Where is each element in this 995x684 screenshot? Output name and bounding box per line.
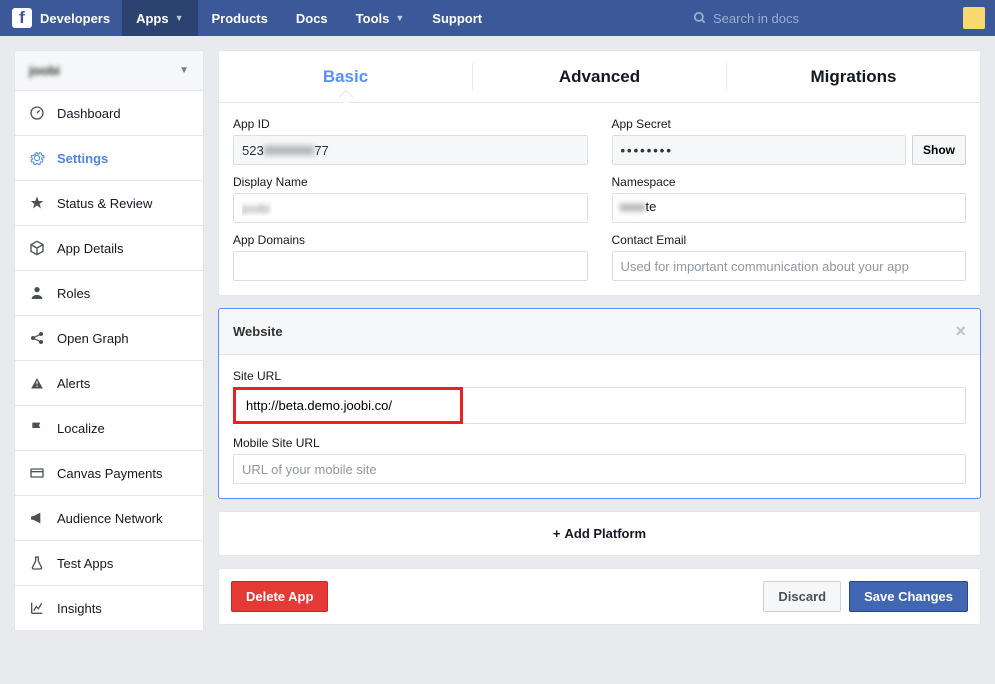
sidebar-item-insights[interactable]: Insights — [15, 586, 203, 630]
sidebar-item-label: Test Apps — [57, 556, 113, 571]
app-secret-label: App Secret — [612, 117, 967, 131]
sidebar-item-localize[interactable]: Localize — [15, 406, 203, 451]
app-secret-value: •••••••• — [612, 135, 907, 165]
search-input[interactable] — [713, 11, 913, 26]
facebook-logo-icon: f — [12, 8, 32, 28]
sidebar-item-roles[interactable]: Roles — [15, 271, 203, 316]
gear-icon — [29, 150, 45, 166]
delete-app-button[interactable]: Delete App — [231, 581, 328, 612]
discard-button[interactable]: Discard — [763, 581, 841, 612]
app-id-label: App ID — [233, 117, 588, 131]
chevron-down-icon: ▼ — [179, 65, 189, 76]
sidebar-item-label: Roles — [57, 286, 90, 301]
sidebar-item-settings[interactable]: Settings — [15, 136, 203, 181]
search-icon — [693, 11, 707, 25]
sidebar-item-label: Dashboard — [57, 106, 121, 121]
nav-products[interactable]: Products — [198, 0, 282, 36]
warning-icon — [29, 375, 45, 391]
close-icon[interactable]: × — [955, 321, 966, 342]
avatar[interactable] — [963, 7, 985, 29]
app-selector[interactable]: joobi ▼ — [15, 51, 203, 91]
website-title: Website — [233, 324, 283, 339]
app-id-value: 523000000077 — [233, 135, 588, 165]
brand[interactable]: f Developers — [0, 0, 122, 36]
show-secret-button[interactable]: Show — [912, 135, 966, 165]
sidebar-item-label: Canvas Payments — [57, 466, 163, 481]
field-app-id: App ID 523000000077 — [233, 117, 588, 165]
contact-email-label: Contact Email — [612, 233, 967, 247]
save-changes-button[interactable]: Save Changes — [849, 581, 968, 612]
website-platform-card: Website × Site URL Mobile Site URL — [218, 308, 981, 499]
sidebar-item-canvas-payments[interactable]: Canvas Payments — [15, 451, 203, 496]
flask-icon — [29, 555, 45, 571]
site-url-highlight — [233, 387, 463, 424]
top-nav: f Developers Apps ▼ Products Docs Tools … — [0, 0, 995, 36]
sidebar-item-test-apps[interactable]: Test Apps — [15, 541, 203, 586]
sidebar-item-label: App Details — [57, 241, 123, 256]
sidebar-item-app-details[interactable]: App Details — [15, 226, 203, 271]
tab-basic[interactable]: Basic — [219, 51, 472, 102]
namespace-input[interactable] — [612, 193, 967, 223]
speedometer-icon — [29, 105, 45, 121]
footer-actions: Delete App Discard Save Changes — [218, 568, 981, 625]
site-url-label: Site URL — [233, 369, 966, 383]
sidebar-item-alerts[interactable]: Alerts — [15, 361, 203, 406]
field-app-domains: App Domains — [233, 233, 588, 281]
chart-icon — [29, 600, 45, 616]
mobile-site-url-input[interactable] — [233, 454, 966, 484]
sidebar-item-label: Insights — [57, 601, 102, 616]
share-icon — [29, 330, 45, 346]
card-icon — [29, 465, 45, 481]
app-domains-label: App Domains — [233, 233, 588, 247]
person-icon — [29, 285, 45, 301]
sidebar-item-open-graph[interactable]: Open Graph — [15, 316, 203, 361]
settings-tabs: Basic Advanced Migrations — [219, 51, 980, 103]
mobile-site-url-label: Mobile Site URL — [233, 436, 966, 450]
chevron-down-icon: ▼ — [175, 13, 184, 23]
sidebar-item-label: Localize — [57, 421, 105, 436]
megaphone-icon — [29, 510, 45, 526]
basic-settings-card: Basic Advanced Migrations App ID 5230000… — [218, 50, 981, 296]
field-contact-email: Contact Email — [612, 233, 967, 281]
sidebar-item-audience-network[interactable]: Audience Network — [15, 496, 203, 541]
site-url-field — [233, 387, 966, 424]
field-display-name: Display Name — [233, 175, 588, 223]
namespace-label: Namespace — [612, 175, 967, 189]
search-box[interactable] — [683, 0, 953, 36]
sidebar-item-label: Settings — [57, 151, 108, 166]
display-name-input[interactable] — [233, 193, 588, 223]
nav-apps[interactable]: Apps ▼ — [122, 0, 197, 36]
brand-label: Developers — [40, 11, 110, 26]
flag-icon — [29, 420, 45, 436]
plus-icon: + — [553, 526, 561, 541]
sidebar-item-label: Audience Network — [57, 511, 163, 526]
display-name-label: Display Name — [233, 175, 588, 189]
cube-icon — [29, 240, 45, 256]
sidebar-item-dashboard[interactable]: Dashboard — [15, 91, 203, 136]
star-icon — [29, 195, 45, 211]
tab-migrations[interactable]: Migrations — [727, 51, 980, 102]
field-namespace: Namespace xxxxte — [612, 175, 967, 223]
sidebar-item-status-review[interactable]: Status & Review — [15, 181, 203, 226]
nav-tools[interactable]: Tools ▼ — [342, 0, 419, 36]
chevron-down-icon: ▼ — [395, 13, 404, 23]
sidebar-item-label: Open Graph — [57, 331, 129, 346]
sidebar-item-label: Alerts — [57, 376, 90, 391]
add-platform-button[interactable]: +Add Platform — [218, 511, 981, 556]
field-app-secret: App Secret •••••••• Show — [612, 117, 967, 165]
main-content: Basic Advanced Migrations App ID 5230000… — [218, 50, 981, 637]
contact-email-input[interactable] — [612, 251, 967, 281]
sidebar-item-label: Status & Review — [57, 196, 152, 211]
tab-advanced[interactable]: Advanced — [473, 51, 726, 102]
sidebar: joobi ▼ Dashboard Settings Status & — [14, 50, 204, 637]
nav-docs[interactable]: Docs — [282, 0, 342, 36]
app-domains-input[interactable] — [233, 251, 588, 281]
nav-support[interactable]: Support — [418, 0, 496, 36]
site-url-input[interactable] — [238, 392, 458, 419]
